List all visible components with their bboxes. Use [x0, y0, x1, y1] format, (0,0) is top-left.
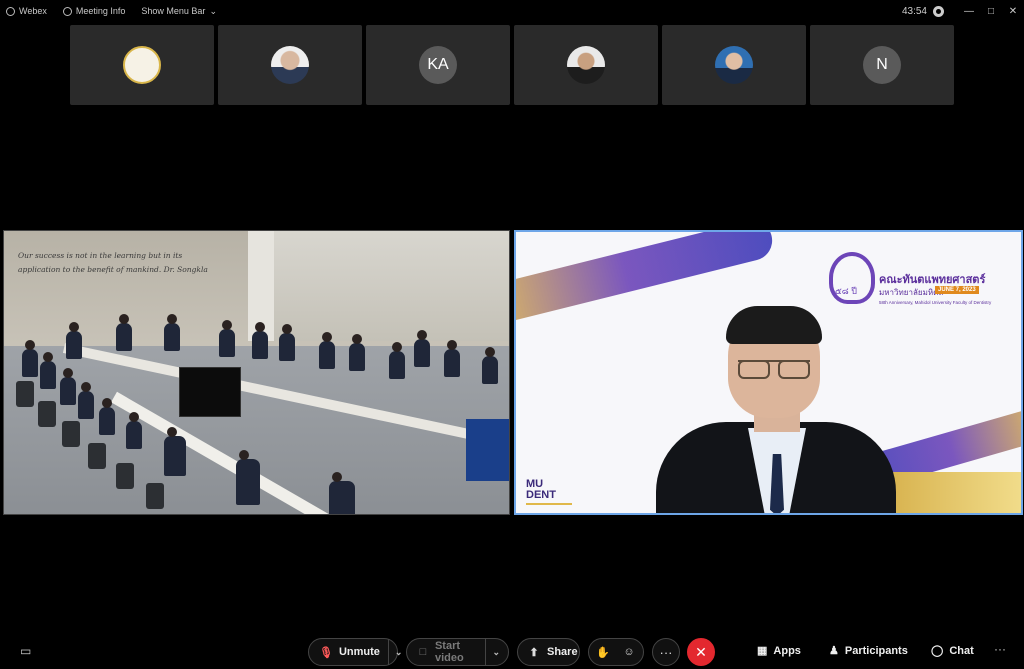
university-seal-avatar — [123, 46, 161, 84]
webex-logo-icon — [6, 6, 15, 16]
microphone-muted-icon: 🎙 — [319, 646, 333, 659]
attendee — [329, 472, 355, 514]
app-name: Webex — [6, 6, 47, 16]
attendee — [164, 314, 180, 351]
participant-filmstrip: KA N — [70, 25, 954, 105]
chair — [62, 421, 80, 447]
meeting-info-label: Meeting Info — [75, 6, 126, 16]
avatar-initials: N — [863, 46, 901, 84]
participant-tile[interactable] — [514, 25, 658, 105]
avatar-initials: KA — [419, 46, 457, 84]
participants-label: Participants — [844, 644, 908, 657]
brand-underline — [526, 503, 572, 505]
room-monitor — [179, 367, 241, 417]
recording-status-icon[interactable] — [933, 5, 944, 17]
participant-tile[interactable]: KA — [366, 25, 510, 105]
participant-tile[interactable] — [70, 25, 214, 105]
video-options-chevron-icon[interactable]: ⌄ — [485, 639, 508, 665]
meeting-controls-toolbar: ▭ 🎙 Unmute ⌄ □ Start video ⌄ ⬆ Share ✋ ☺… — [0, 634, 1024, 669]
share-button[interactable]: ⬆ Share — [517, 638, 580, 666]
university-name: มหาวิทยาลัยมหิดล — [879, 288, 944, 297]
start-video-label: Start video — [434, 640, 464, 664]
chat-bubble-icon: ◯ — [931, 645, 944, 657]
wall-quote: Our success is not in the learning but i… — [18, 251, 208, 274]
share-screen-icon: ⬆ — [529, 646, 539, 659]
more-options-button[interactable]: ··· — [652, 638, 680, 666]
attendee — [236, 450, 260, 505]
meeting-room-video[interactable]: Our success is not in the learning but i… — [3, 230, 510, 515]
avatar — [715, 46, 753, 84]
participant-tile[interactable] — [218, 25, 362, 105]
participants-icon: ♟ — [829, 645, 839, 657]
meeting-info-button[interactable]: Meeting Info — [62, 6, 126, 16]
event-date-badge: JUNE 7, 2023 — [935, 286, 979, 294]
minimize-button[interactable]: — — [958, 6, 980, 17]
attendee — [164, 427, 186, 476]
chair — [38, 401, 56, 427]
participant-tile[interactable]: N — [810, 25, 954, 105]
anniversary-caption: 58th Anniversary, Mahidol University Fac… — [879, 300, 992, 305]
avatar — [567, 46, 605, 84]
emoji-reaction-icon[interactable]: ☺ — [621, 644, 637, 660]
attendee — [40, 352, 56, 389]
banner-stand — [466, 419, 509, 481]
unmute-button[interactable]: 🎙 Unmute ⌄ — [308, 638, 402, 666]
raise-hand-icon[interactable]: ✋ — [595, 644, 611, 660]
chair — [88, 443, 106, 469]
app-name-label: Webex — [19, 6, 47, 16]
attendee — [60, 368, 76, 405]
attendee — [78, 382, 94, 419]
maximize-button[interactable]: □ — [980, 6, 1002, 17]
reactions-group: ✋ ☺ — [588, 638, 644, 666]
active-speaker-video[interactable]: ๕๘ ปี คณะทันตแพทยศาสตร์ มหาวิทยาลัยมหิดล… — [514, 230, 1023, 515]
attendee — [116, 314, 132, 351]
room-window — [274, 231, 509, 341]
unmute-label: Unmute — [338, 646, 380, 658]
attendee — [219, 320, 235, 357]
camera-off-icon: □ — [419, 646, 427, 658]
attendee — [482, 347, 498, 384]
anniversary-number: ๕๘ ปี — [829, 252, 875, 304]
attendee — [444, 340, 460, 377]
participants-button[interactable]: ♟ Participants — [829, 644, 908, 658]
attendee — [22, 340, 38, 377]
show-menu-bar-button[interactable]: Show Menu Bar ⌄ — [141, 6, 217, 17]
chair — [16, 381, 34, 407]
faculty-anniversary-logo: ๕๘ ปี คณะทันตแพทยศาสตร์ มหาวิทยาลัยมหิดล… — [827, 244, 997, 314]
attendee — [414, 330, 430, 367]
attendee — [319, 332, 335, 369]
mudent-logo: MU DENT — [526, 479, 572, 505]
attendee — [99, 398, 115, 435]
attendee — [252, 322, 268, 359]
avatar — [271, 46, 309, 84]
speaker-glasses — [738, 360, 810, 379]
apps-button[interactable]: ▦ Apps — [757, 644, 801, 658]
title-bar: Webex Meeting Info Show Menu Bar ⌄ 43:54… — [0, 0, 1024, 22]
start-video-button[interactable]: □ Start video ⌄ — [406, 638, 509, 666]
chair — [146, 483, 164, 509]
chat-label: Chat — [949, 644, 974, 657]
attendee — [126, 412, 142, 449]
leave-meeting-button[interactable]: ✕ — [687, 638, 715, 666]
meeting-timer: 43:54 — [901, 5, 927, 17]
attendee — [279, 324, 295, 361]
speaker-hair — [726, 306, 822, 344]
brand-dent: DENT — [526, 489, 556, 501]
apps-grid-icon: ▦ — [757, 645, 768, 657]
share-label: Share — [547, 646, 578, 658]
captions-icon[interactable]: ▭ — [20, 644, 31, 658]
attendee — [66, 322, 82, 359]
shield-icon — [62, 6, 72, 16]
chevron-down-icon: ⌄ — [209, 5, 217, 16]
show-menu-bar-label: Show Menu Bar — [141, 6, 206, 16]
overflow-menu-icon[interactable]: ··· — [994, 642, 1006, 656]
apps-label: Apps — [773, 644, 801, 657]
chat-button[interactable]: ◯ Chat — [931, 644, 974, 658]
close-button[interactable]: ✕ — [1002, 6, 1024, 17]
chair — [116, 463, 134, 489]
attendee — [349, 334, 365, 371]
background-gold-band — [881, 472, 1021, 513]
participant-tile[interactable] — [662, 25, 806, 105]
attendee — [389, 342, 405, 379]
